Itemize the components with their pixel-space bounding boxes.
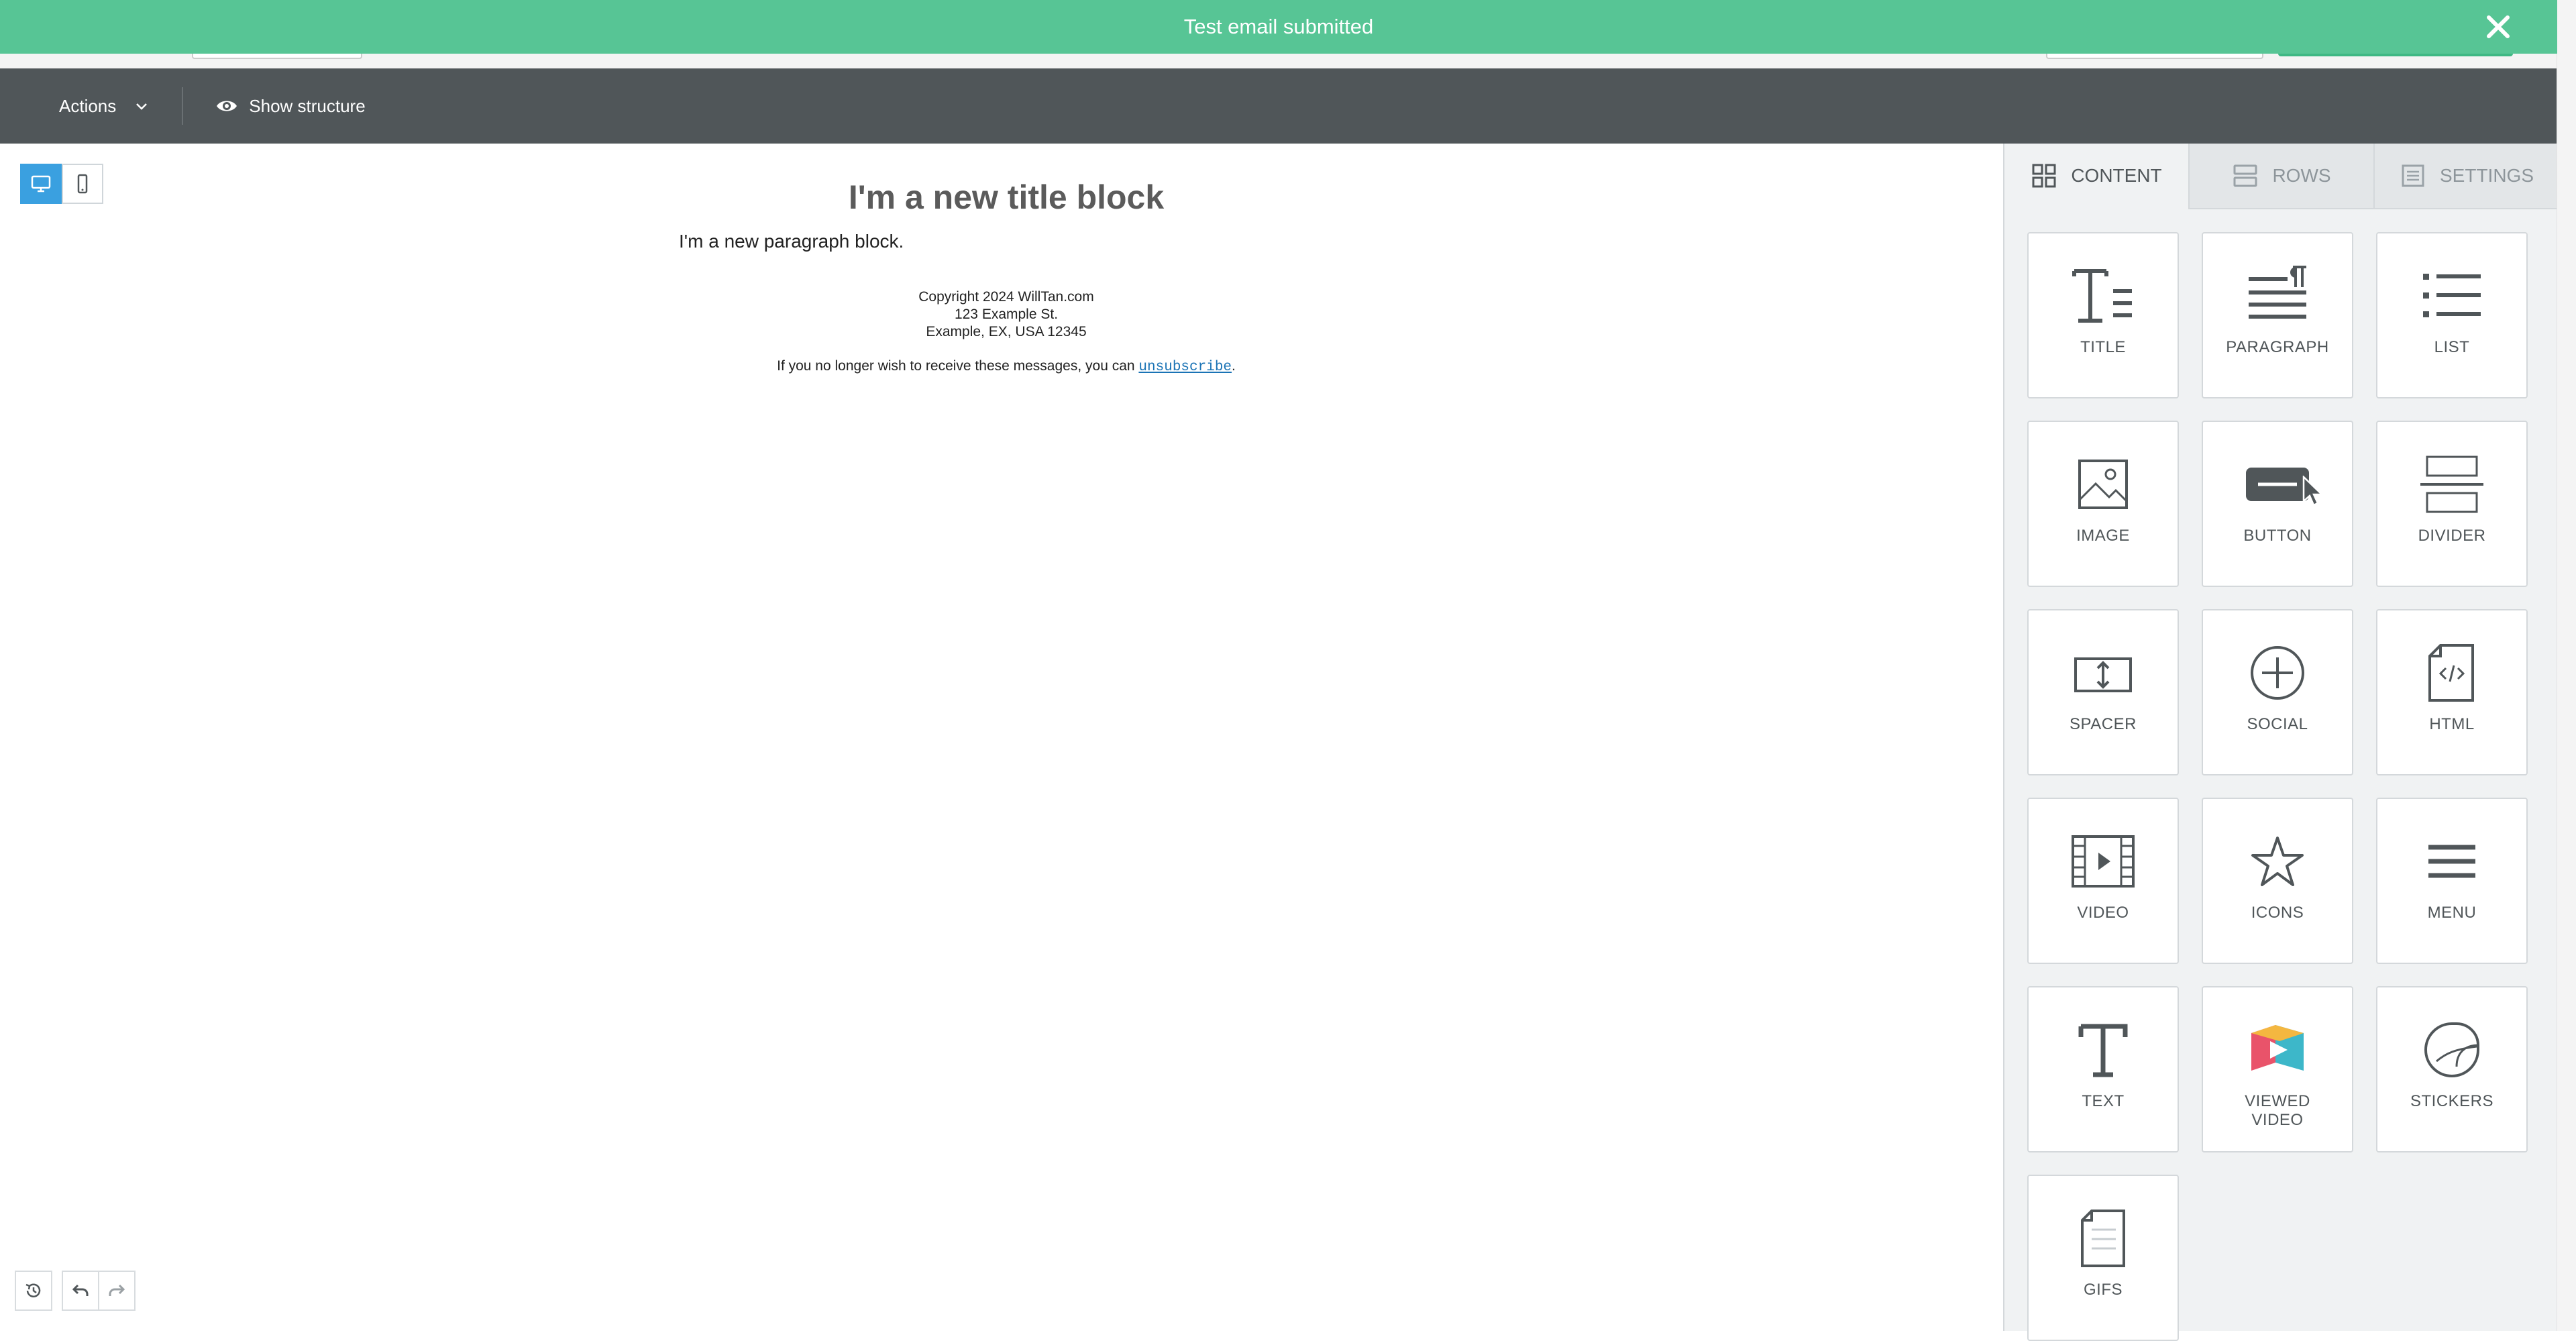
tile-title[interactable]: TITLE (2027, 232, 2179, 398)
undo-button[interactable] (63, 1272, 98, 1309)
tile-label: VIDEO (2077, 904, 2129, 922)
footer-block[interactable]: Copyright 2024 WillTan.com 123 Example S… (671, 288, 1342, 341)
rows-icon (2233, 164, 2257, 187)
toast-message: Test email submitted (1183, 15, 1374, 38)
tab-label: CONTENT (2071, 165, 2162, 186)
tile-label: DIVIDER (2418, 527, 2486, 545)
tile-label: PARAGRAPH (2226, 338, 2329, 356)
footer-line: 123 Example St. (954, 307, 1059, 322)
paragraph-icon (2246, 264, 2309, 327)
tile-label: VIEWED VIDEO (2245, 1092, 2310, 1129)
device-toggle (20, 164, 103, 204)
list-icon (2420, 264, 2483, 327)
title-icon (2072, 264, 2135, 327)
mobile-icon (77, 174, 88, 194)
editor-actionbar: Actions Show structure (0, 68, 2557, 144)
tile-label: TITLE (2080, 338, 2126, 356)
mobile-view-button[interactable] (62, 164, 103, 204)
paragraph-block[interactable]: I'm a new paragraph block. (671, 224, 1342, 259)
history-button[interactable] (15, 1271, 52, 1311)
show-structure-label: Show structure (249, 95, 366, 116)
tile-text[interactable]: TEXT (2027, 986, 2179, 1152)
tab-label: SETTINGS (2439, 165, 2534, 186)
text-icon (2072, 1018, 2135, 1081)
tile-label: HTML (2429, 715, 2475, 733)
page-scrollbar[interactable] (2557, 0, 2576, 1331)
unsubscribe-link[interactable]: unsubscribe (1138, 360, 1232, 375)
viewed-video-icon (2246, 1018, 2309, 1081)
content-panel: CONTENT ROWS SETTINGS TITLE PARAGRAPH LI… (2003, 144, 2559, 1341)
spacer-icon (2072, 641, 2135, 704)
show-structure-button[interactable]: Show structure (183, 95, 397, 117)
desktop-view-button[interactable] (20, 164, 62, 204)
sticker-icon (2420, 1018, 2483, 1081)
tile-label: SOCIAL (2247, 715, 2308, 733)
actions-dropdown[interactable]: Actions (0, 68, 182, 144)
tile-gifs[interactable]: GIFS (2027, 1175, 2179, 1341)
menu-icon (2420, 830, 2483, 893)
image-icon (2072, 453, 2135, 516)
tile-stickers[interactable]: STICKERS (2376, 986, 2528, 1152)
grid-icon (2032, 164, 2056, 188)
unsubscribe-suffix: . (1232, 358, 1236, 374)
content-tiles: TITLE PARAGRAPH LIST IMAGE BUTTON DIVIDE… (2004, 209, 2559, 1341)
tile-label: GIFS (2083, 1281, 2123, 1299)
mouse-cursor-icon (2302, 476, 2324, 506)
actions-label: Actions (59, 95, 117, 116)
title-block[interactable]: I'm a new title block (671, 170, 1342, 224)
redo-button[interactable] (98, 1272, 134, 1309)
tab-rows[interactable]: ROWS (2188, 144, 2373, 209)
tile-label: SPACER (2070, 715, 2137, 733)
tile-paragraph[interactable]: PARAGRAPH (2202, 232, 2353, 398)
tile-label: MENU (2427, 904, 2477, 922)
undo-redo-group (62, 1271, 136, 1311)
panel-tabs: CONTENT ROWS SETTINGS (2004, 144, 2559, 209)
tile-social[interactable]: SOCIAL (2202, 609, 2353, 775)
redo-icon (109, 1284, 125, 1296)
tile-html[interactable]: HTML (2376, 609, 2528, 775)
tab-label: ROWS (2272, 165, 2331, 186)
gif-file-icon (2072, 1207, 2135, 1270)
desktop-icon (31, 175, 51, 193)
tile-image[interactable]: IMAGE (2027, 421, 2179, 587)
tile-icons[interactable]: ICONS (2202, 798, 2353, 964)
star-icon (2246, 830, 2309, 893)
eye-icon (217, 101, 237, 111)
tile-label: IMAGE (2076, 527, 2130, 545)
tile-spacer[interactable]: SPACER (2027, 609, 2179, 775)
chevron-down-icon (136, 103, 148, 110)
tile-viewed-video[interactable]: VIEWED VIDEO (2202, 986, 2353, 1152)
html-icon (2420, 641, 2483, 704)
tile-label: STICKERS (2410, 1092, 2494, 1110)
button-icon (2246, 453, 2309, 516)
tile-label: LIST (2434, 338, 2470, 356)
tile-list[interactable]: LIST (2376, 232, 2528, 398)
tile-menu[interactable]: MENU (2376, 798, 2528, 964)
footer-line: Example, EX, USA 12345 (926, 324, 1087, 339)
close-icon[interactable] (2482, 11, 2514, 43)
settings-doc-icon (2402, 164, 2424, 187)
tile-video[interactable]: VIDEO (2027, 798, 2179, 964)
tile-divider[interactable]: DIVIDER (2376, 421, 2528, 587)
tile-label: ICONS (2251, 904, 2304, 922)
unsubscribe-text: If you no longer wish to receive these m… (777, 358, 1139, 374)
tile-label: BUTTON (2243, 527, 2312, 545)
email-canvas[interactable]: I'm a new title block I'm a new paragrap… (0, 144, 2003, 1331)
history-icon (25, 1283, 41, 1297)
unsubscribe-line: If you no longer wish to receive these m… (671, 358, 1342, 375)
footer-line: Copyright 2024 WillTan.com (918, 289, 1094, 305)
tile-label: TEXT (2082, 1092, 2125, 1110)
tile-button[interactable]: BUTTON (2202, 421, 2353, 587)
history-controls (15, 1271, 136, 1311)
undo-icon (72, 1284, 89, 1296)
divider-icon (2420, 453, 2483, 516)
notification-toast: Test email submitted (0, 0, 2557, 54)
social-icon (2246, 641, 2309, 704)
tab-settings[interactable]: SETTINGS (2373, 144, 2559, 209)
video-icon (2072, 830, 2135, 893)
email-body[interactable]: I'm a new title block I'm a new paragrap… (671, 170, 1342, 375)
tab-content[interactable]: CONTENT (2004, 144, 2188, 209)
